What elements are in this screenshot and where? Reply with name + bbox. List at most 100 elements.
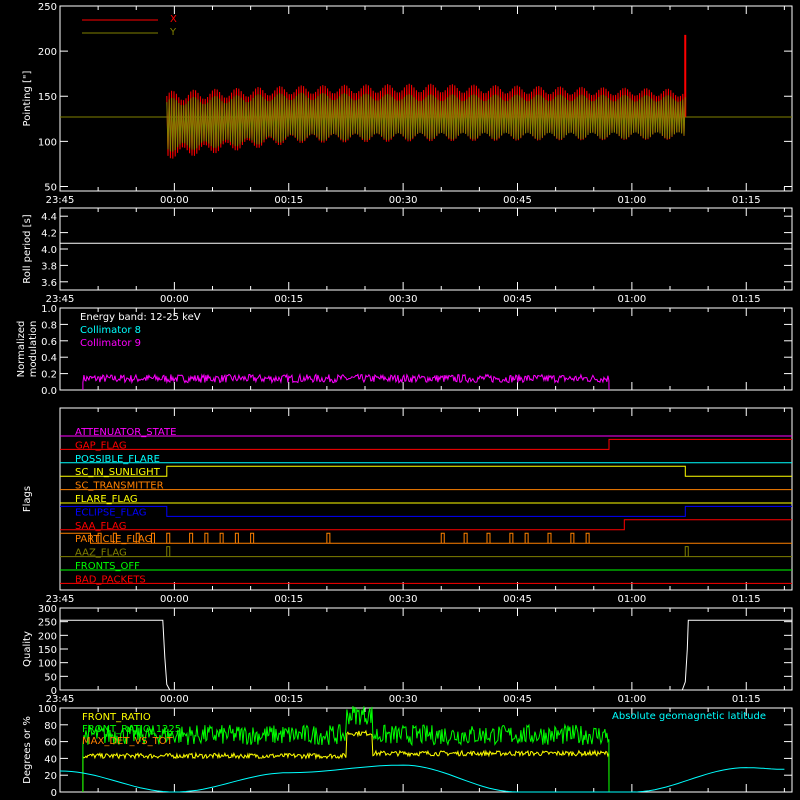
legend-label-max_det_vs_tot: MAX_DET_VS_TOT bbox=[82, 736, 174, 747]
geomagnetic-latitude-label: Absolute geomagnetic latitude bbox=[612, 711, 766, 722]
y-axis-label: Roll period [s] bbox=[22, 214, 33, 283]
y-tick-label: 80 bbox=[44, 721, 57, 732]
y-tick-label: 50 bbox=[44, 182, 57, 193]
x-tick-label: 00:30 bbox=[389, 195, 418, 206]
y-tick-label: 0 bbox=[51, 788, 57, 799]
y-tick-label: 0.8 bbox=[41, 320, 57, 331]
flag-pulse bbox=[509, 532, 514, 544]
flag-pulse bbox=[684, 546, 689, 557]
x-tick-label: 00:00 bbox=[160, 195, 189, 206]
x-tick-label: 00:45 bbox=[503, 594, 532, 605]
flag-pulse bbox=[204, 532, 209, 544]
flag-pulse bbox=[440, 532, 445, 544]
flag-line-sc_in_sunlight bbox=[60, 465, 792, 477]
flag-line-gap_flag bbox=[60, 438, 792, 450]
flag-pulse bbox=[547, 532, 552, 544]
y-tick-label: 200 bbox=[38, 631, 57, 642]
flag-pulse bbox=[166, 532, 171, 544]
x-tick-label: 00:45 bbox=[503, 694, 532, 705]
y-axis-label: Degrees or % bbox=[22, 716, 33, 784]
x-tick-label: 01:00 bbox=[617, 294, 646, 305]
y-tick-label: 3.6 bbox=[41, 278, 57, 289]
flag-pulse bbox=[189, 532, 194, 544]
y-tick-label: 100 bbox=[38, 704, 57, 715]
flag-pulse bbox=[463, 532, 468, 544]
x-tick-label: 00:00 bbox=[160, 594, 189, 605]
flag-pulse bbox=[151, 532, 155, 544]
y-tick-label: 4.4 bbox=[41, 212, 57, 223]
y-tick-label: 250 bbox=[38, 2, 57, 13]
x-tick-label: 01:15 bbox=[732, 294, 761, 305]
y-tick-label: 60 bbox=[44, 738, 57, 749]
flag-pulse bbox=[219, 532, 224, 544]
x-tick-label: 00:15 bbox=[274, 594, 303, 605]
y-tick-label: 250 bbox=[38, 618, 57, 629]
y-tick-label: 0 bbox=[51, 686, 57, 697]
y-tick-label: 200 bbox=[38, 47, 57, 58]
y-tick-label: 20 bbox=[44, 771, 57, 782]
flag-pulse bbox=[166, 546, 171, 557]
panel-frame-4 bbox=[59, 607, 793, 691]
y-tick-label: 300 bbox=[38, 604, 57, 615]
y-axis-label: modulation bbox=[28, 321, 39, 378]
legend-label-Y: Y bbox=[169, 27, 177, 38]
x-tick-label: 00:00 bbox=[160, 294, 189, 305]
x-tick-label: 01:00 bbox=[617, 195, 646, 206]
flag-pulse bbox=[570, 532, 575, 544]
y-tick-label: 0.2 bbox=[41, 370, 57, 381]
chart-canvas: 23:45 00:00 00:15 00:30 00:45 01:00 01:15 50 100… bbox=[16, 2, 793, 799]
legend-label-collimator-8: Collimator 8 bbox=[80, 325, 141, 336]
x-tick-label: 00:15 bbox=[274, 694, 303, 705]
flag-pulse bbox=[524, 532, 529, 544]
y-axis-label: Quality bbox=[22, 631, 33, 667]
x-tick-label: 00:30 bbox=[389, 694, 418, 705]
x-tick-label: 00:45 bbox=[503, 195, 532, 206]
y-tick-label: 0.4 bbox=[41, 353, 57, 364]
y-tick-label: 4.2 bbox=[41, 229, 57, 240]
legend-label-X: X bbox=[170, 14, 177, 25]
y-axis-label: Normalized bbox=[16, 321, 27, 378]
y-tick-label: 3.8 bbox=[41, 261, 57, 272]
flag-pulse bbox=[234, 532, 239, 544]
panel-frame-1 bbox=[59, 207, 793, 291]
y-tick-label: 50 bbox=[44, 672, 57, 683]
flag-line-eclipse_flag bbox=[60, 505, 792, 517]
x-tick-label: 01:15 bbox=[732, 694, 761, 705]
x-tick-label: 00:15 bbox=[274, 195, 303, 206]
x-tick-label: 00:45 bbox=[503, 294, 532, 305]
y-tick-label: 100 bbox=[38, 137, 57, 148]
flag-pulse bbox=[486, 532, 491, 544]
y-tick-label: 150 bbox=[38, 645, 57, 656]
geomagnetic-latitude-series bbox=[59, 764, 785, 793]
flag-pulse bbox=[326, 532, 331, 544]
legend-label-collimator-9: Collimator 9 bbox=[80, 338, 141, 349]
legend-label-front_ratio_1225: FRONT_RATIO_1225 bbox=[82, 724, 181, 735]
x-tick-label: 01:15 bbox=[732, 594, 761, 605]
legend-label-front_ratio: FRONT_RATIO bbox=[82, 712, 151, 723]
modulation-series bbox=[82, 372, 610, 391]
y-tick-label: 0.6 bbox=[41, 337, 57, 348]
y-tick-label: 100 bbox=[38, 659, 57, 670]
flag-label-eclipse_flag: ECLIPSE_FLAG bbox=[75, 507, 146, 518]
y-tick-label: 40 bbox=[44, 754, 57, 765]
x-tick-label: 01:15 bbox=[732, 195, 761, 206]
y-tick-label: 4.0 bbox=[41, 245, 57, 256]
x-tick-label: 01:00 bbox=[617, 594, 646, 605]
energy-band-label: Energy band: 12-25 keV bbox=[80, 312, 201, 323]
pointing-series-Y bbox=[166, 92, 686, 152]
x-tick-label: 00:00 bbox=[160, 694, 189, 705]
y-axis-label: Flags bbox=[22, 486, 33, 512]
x-tick-label: 00:30 bbox=[389, 594, 418, 605]
x-tick-label: 00:15 bbox=[274, 294, 303, 305]
y-tick-label: 0.0 bbox=[41, 386, 57, 397]
x-tick-label: 01:00 bbox=[617, 694, 646, 705]
x-tick-label: 00:30 bbox=[389, 294, 418, 305]
quality-series bbox=[60, 619, 792, 691]
flag-pulse bbox=[585, 532, 590, 544]
flag-line-saa_flag bbox=[60, 519, 792, 531]
y-axis-label: Pointing ["] bbox=[22, 70, 33, 126]
x-tick-label: 23:45 bbox=[46, 195, 75, 206]
y-tick-label: 1.0 bbox=[41, 304, 57, 315]
flag-pulse bbox=[250, 532, 255, 544]
y-tick-label: 150 bbox=[38, 92, 57, 103]
